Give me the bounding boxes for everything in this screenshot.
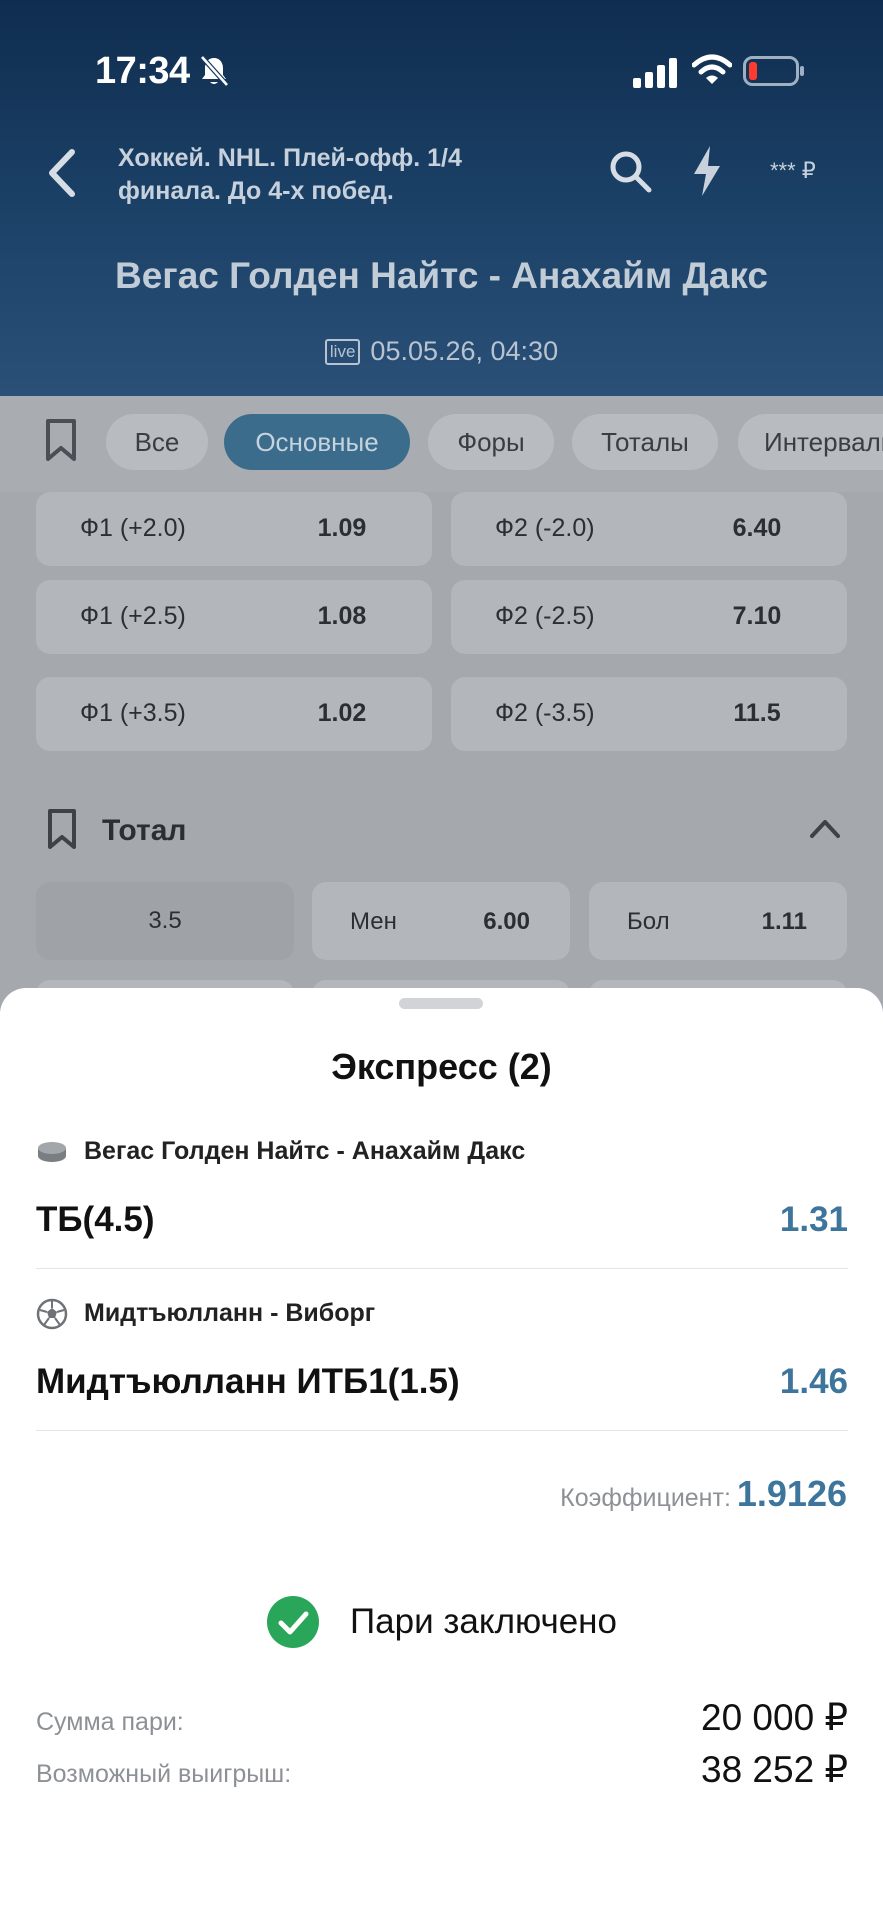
league-title: Хоккей. NHL. Плей-офф. 1/4 финала. До 4-… — [118, 144, 462, 205]
divider — [36, 1268, 848, 1269]
total-section-header[interactable]: Тотал — [36, 802, 848, 862]
bet-event-row: Вегас Голден Найтс - Анахайм Дакс — [36, 1132, 848, 1172]
markets-list: Ф1 (+2.0) 1.09 Ф2 (-2.0) 6.40 Ф1 (+2.5) … — [0, 492, 883, 1058]
bet-market: ТБ(4.5) — [36, 1200, 155, 1239]
handicap-cell[interactable]: Ф2 (-2.5) 7.10 — [451, 580, 847, 654]
sheet-drag-handle[interactable] — [399, 998, 483, 1009]
status-time: 17:34 — [95, 50, 190, 92]
bet-event-row: Мидтъюлланн - Виборг — [36, 1294, 848, 1334]
tab-handicaps[interactable]: Форы — [428, 414, 554, 470]
potential-win-label: Возможный выигрыш: — [36, 1760, 292, 1788]
search-icon[interactable] — [607, 148, 653, 194]
tab-intervals[interactable]: Интервалы — [738, 414, 883, 470]
stake-value: 20 000 ₽ — [701, 1697, 848, 1738]
battery-low-icon — [743, 56, 804, 86]
handicap-cell[interactable]: Ф1 (+3.5) 1.02 — [36, 677, 432, 751]
lightning-icon[interactable] — [690, 144, 724, 198]
match-datetime: 05.05.26, 04:30 — [370, 336, 559, 366]
total-coefficient: Коэффициент: 1.9126 — [560, 1473, 847, 1515]
total-line-value: 3.5 — [36, 882, 294, 960]
event-name: Вегас Голден Найтс - Анахайм Дакс — [84, 1137, 526, 1165]
coefficient-label: Коэффициент: — [560, 1484, 731, 1512]
hockey-puck-icon — [38, 1142, 66, 1162]
potential-win-value: 38 252 ₽ — [701, 1749, 848, 1790]
bell-muted-icon — [200, 55, 229, 87]
coefficient-value: 1.9126 — [736, 1473, 847, 1514]
bet-odds: 1.31 — [779, 1200, 848, 1239]
balance-hidden[interactable]: *** ₽ — [770, 158, 816, 184]
bet-confirmation-sheet: Экспресс (2) Вегас Голден Найтс - Анахай… — [0, 988, 883, 1920]
bet-selection-row: ТБ(4.5) 1.31 — [36, 1192, 848, 1252]
back-chevron-icon[interactable] — [44, 146, 80, 200]
market-tabs: Все Основные Форы Тоталы Интервалы — [0, 396, 883, 492]
bookmark-icon[interactable] — [44, 418, 78, 462]
stake-label: Сумма пари: — [36, 1708, 184, 1736]
check-circle-icon — [267, 1596, 319, 1648]
handicap-cell[interactable]: Ф1 (+2.5) 1.08 — [36, 580, 432, 654]
bet-selection-row: Мидтъюлланн ИТБ1(1.5) 1.46 — [36, 1354, 848, 1414]
potential-win-row: Возможный выигрыш: 38 252 ₽ — [36, 1748, 848, 1800]
handicap-cell[interactable]: Ф2 (-2.0) 6.40 — [451, 492, 847, 566]
bet-status-text: Пари заключено — [350, 1602, 617, 1641]
handicap-cell[interactable]: Ф2 (-3.5) 11.5 — [451, 677, 847, 751]
status-bar: 17:34 — [0, 0, 883, 140]
bet-odds: 1.46 — [779, 1362, 848, 1401]
tab-all[interactable]: Все — [106, 414, 208, 470]
section-title: Тотал — [102, 814, 187, 847]
total-over-cell[interactable]: Бол 1.11 — [589, 882, 847, 960]
divider — [36, 1430, 848, 1431]
handicap-cell[interactable]: Ф1 (+2.0) 1.09 — [36, 492, 432, 566]
soccer-ball-icon — [36, 1298, 68, 1330]
tab-main[interactable]: Основные — [224, 414, 410, 470]
event-name: Мидтъюлланн - Виборг — [84, 1299, 376, 1327]
match-datetime-row: live 05.05.26, 04:30 — [0, 336, 883, 367]
stake-row: Сумма пари: 20 000 ₽ — [36, 1696, 848, 1748]
match-title: Вегас Голден Найтс - Анахайм Дакс — [114, 255, 769, 296]
chevron-up-icon[interactable] — [808, 816, 842, 840]
bet-market: Мидтъюлланн ИТБ1(1.5) — [36, 1362, 460, 1401]
total-under-cell[interactable]: Мен 6.00 — [312, 882, 570, 960]
wifi-icon — [692, 54, 732, 84]
bet-status-row: Пари заключено — [0, 1592, 883, 1652]
match-header: 17:34 Хоккей. NHL. Плей-офф. 1/4 финала.… — [0, 0, 883, 396]
bookmark-icon[interactable] — [46, 808, 78, 850]
tab-totals[interactable]: Тоталы — [572, 414, 718, 470]
cellular-signal-icon — [633, 58, 677, 88]
sheet-title: Экспресс (2) — [331, 1046, 552, 1087]
live-badge: live — [324, 339, 361, 365]
